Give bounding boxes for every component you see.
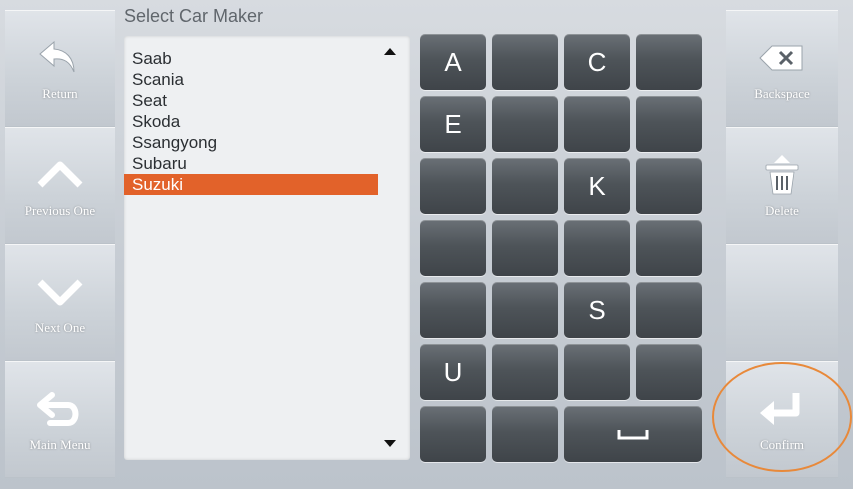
list-item[interactable]: Skoda bbox=[124, 111, 378, 132]
scroll-up-arrow-icon[interactable] bbox=[384, 48, 396, 55]
key-blank[interactable] bbox=[492, 220, 558, 276]
key-blank[interactable] bbox=[492, 344, 558, 400]
space-key[interactable] bbox=[564, 406, 702, 462]
key-blank[interactable] bbox=[420, 220, 486, 276]
key-blank[interactable] bbox=[636, 220, 702, 276]
space-icon bbox=[617, 430, 649, 440]
list-item[interactable]: Saab bbox=[124, 48, 378, 69]
key-s[interactable]: S bbox=[564, 282, 630, 338]
return-button[interactable]: Return bbox=[5, 10, 115, 127]
key-k[interactable]: K bbox=[564, 158, 630, 214]
letter-keypad: A C E K S U bbox=[420, 34, 702, 462]
trash-icon bbox=[754, 153, 810, 197]
previous-one-button[interactable]: Previous One bbox=[5, 127, 115, 244]
key-blank[interactable] bbox=[492, 158, 558, 214]
key-blank[interactable] bbox=[564, 344, 630, 400]
right-sidebar: Backspace Delete Confirm bbox=[726, 10, 838, 478]
car-maker-list[interactable]: Saab Scania Seat Skoda Ssangyong Subaru … bbox=[124, 48, 384, 195]
key-blank[interactable] bbox=[492, 282, 558, 338]
key-blank[interactable] bbox=[636, 282, 702, 338]
list-item[interactable]: Ssangyong bbox=[124, 132, 378, 153]
enter-arrow-icon bbox=[754, 387, 810, 431]
confirm-label: Confirm bbox=[759, 436, 805, 452]
next-one-button[interactable]: Next One bbox=[5, 244, 115, 361]
main-menu-button[interactable]: Main Menu bbox=[5, 361, 115, 478]
key-c[interactable]: C bbox=[564, 34, 630, 90]
key-blank[interactable] bbox=[420, 282, 486, 338]
backspace-button[interactable]: Backspace bbox=[726, 10, 838, 127]
key-a[interactable]: A bbox=[420, 34, 486, 90]
list-item[interactable]: Seat bbox=[124, 90, 378, 111]
empty-side-slot bbox=[726, 244, 838, 361]
next-one-label: Next One bbox=[34, 319, 86, 335]
backspace-icon bbox=[754, 36, 810, 80]
list-item-selected[interactable]: Suzuki bbox=[124, 174, 378, 195]
chevron-up-icon bbox=[32, 153, 88, 197]
key-blank[interactable] bbox=[564, 96, 630, 152]
key-blank[interactable] bbox=[636, 34, 702, 90]
key-blank[interactable] bbox=[492, 96, 558, 152]
list-item[interactable]: Subaru bbox=[124, 153, 378, 174]
key-blank[interactable] bbox=[420, 158, 486, 214]
key-blank[interactable] bbox=[420, 406, 486, 462]
key-blank[interactable] bbox=[636, 344, 702, 400]
confirm-button[interactable]: Confirm bbox=[726, 361, 838, 478]
car-maker-list-panel: Saab Scania Seat Skoda Ssangyong Subaru … bbox=[124, 36, 410, 460]
delete-button[interactable]: Delete bbox=[726, 127, 838, 244]
app-screen: Return Previous One Next One Main Menu S… bbox=[0, 0, 853, 489]
key-u[interactable]: U bbox=[420, 344, 486, 400]
key-e[interactable]: E bbox=[420, 96, 486, 152]
return-arrow-icon bbox=[32, 36, 88, 80]
key-blank[interactable] bbox=[636, 158, 702, 214]
main-menu-arrow-icon bbox=[32, 387, 88, 431]
backspace-label: Backspace bbox=[754, 85, 810, 101]
scroll-down-arrow-icon[interactable] bbox=[384, 440, 396, 447]
left-sidebar: Return Previous One Next One Main Menu bbox=[5, 10, 115, 478]
page-title: Select Car Maker bbox=[124, 6, 264, 26]
delete-label: Delete bbox=[765, 202, 799, 218]
key-blank[interactable] bbox=[492, 406, 558, 462]
previous-one-label: Previous One bbox=[24, 202, 96, 218]
key-blank[interactable] bbox=[492, 34, 558, 90]
key-blank[interactable] bbox=[636, 96, 702, 152]
chevron-down-icon bbox=[32, 270, 88, 314]
main-menu-label: Main Menu bbox=[29, 436, 91, 452]
key-blank[interactable] bbox=[564, 220, 630, 276]
return-label: Return bbox=[42, 85, 78, 101]
list-item[interactable]: Scania bbox=[124, 69, 378, 90]
